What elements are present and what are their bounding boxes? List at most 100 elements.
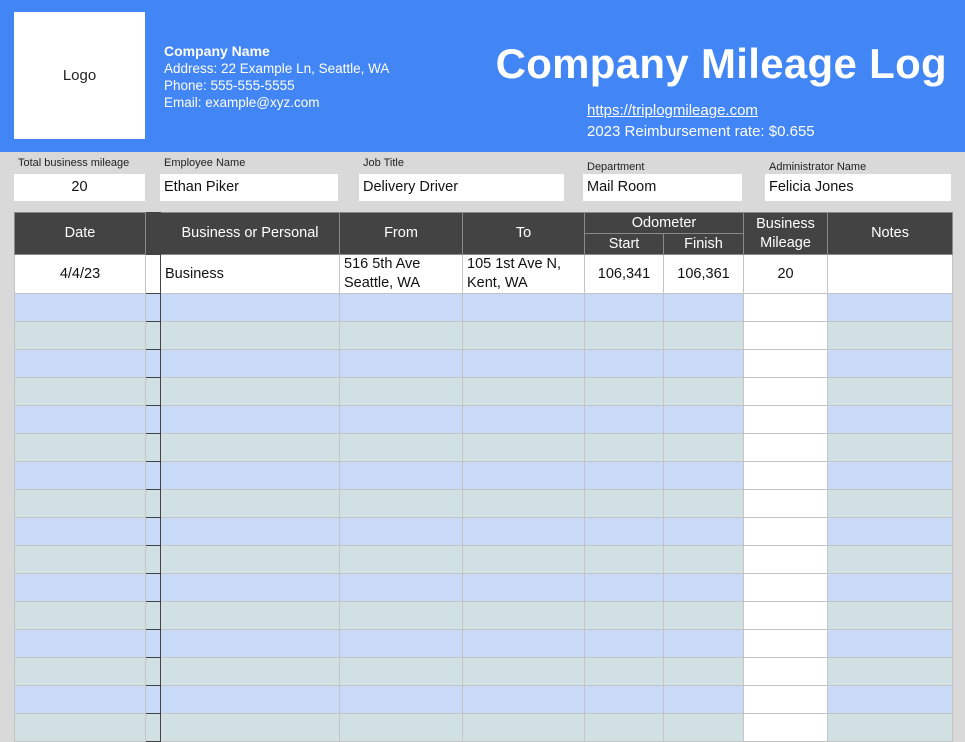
- cell-odometer-start[interactable]: [584, 685, 664, 714]
- total-mileage-field[interactable]: 20: [14, 174, 145, 201]
- cell-date[interactable]: [14, 349, 146, 378]
- cell-notes[interactable]: [827, 601, 954, 630]
- cell-date[interactable]: [14, 321, 146, 350]
- cell-from[interactable]: [339, 489, 463, 518]
- cell-from[interactable]: [339, 517, 463, 546]
- cell-odometer-finish[interactable]: [662, 601, 745, 630]
- cell-type[interactable]: [160, 517, 340, 546]
- cell-odometer-start[interactable]: [584, 349, 664, 378]
- cell-odometer-start[interactable]: [584, 545, 664, 574]
- cell-business-mileage[interactable]: [743, 545, 829, 574]
- cell-from[interactable]: 516 5th Ave Seattle, WA: [339, 254, 463, 294]
- cell-date[interactable]: [14, 657, 146, 686]
- cell-notes[interactable]: [827, 461, 954, 490]
- cell-from[interactable]: [339, 713, 463, 742]
- cell-odometer-finish[interactable]: [662, 685, 745, 714]
- cell-date[interactable]: [14, 601, 146, 630]
- cell-business-mileage[interactable]: [743, 293, 829, 322]
- cell-odometer-start[interactable]: [584, 601, 664, 630]
- cell-odometer-finish[interactable]: [662, 405, 745, 434]
- cell-date[interactable]: [14, 377, 146, 406]
- cell-notes[interactable]: [827, 293, 954, 322]
- department-field[interactable]: Mail Room: [583, 174, 742, 201]
- cell-to[interactable]: [462, 629, 585, 658]
- cell-notes[interactable]: [827, 517, 954, 546]
- cell-odometer-finish[interactable]: [662, 349, 745, 378]
- cell-odometer-finish[interactable]: [662, 461, 745, 490]
- cell-odometer-start[interactable]: [584, 517, 664, 546]
- cell-notes[interactable]: [827, 573, 954, 602]
- cell-date[interactable]: [14, 461, 146, 490]
- cell-business-mileage[interactable]: [743, 657, 829, 686]
- cell-notes[interactable]: [827, 489, 954, 518]
- cell-type[interactable]: [160, 629, 340, 658]
- cell-date[interactable]: [14, 489, 146, 518]
- cell-odometer-finish[interactable]: [662, 545, 745, 574]
- cell-to[interactable]: [462, 573, 585, 602]
- cell-type[interactable]: [160, 349, 340, 378]
- cell-date[interactable]: [14, 545, 146, 574]
- website-link[interactable]: https://triplogmileage.com: [587, 102, 758, 119]
- cell-type[interactable]: [160, 713, 340, 742]
- cell-from[interactable]: [339, 685, 463, 714]
- cell-odometer-start[interactable]: [584, 489, 664, 518]
- cell-date[interactable]: [14, 713, 146, 742]
- cell-date[interactable]: [14, 405, 146, 434]
- cell-odometer-start[interactable]: [584, 713, 664, 742]
- cell-odometer-finish[interactable]: [662, 489, 745, 518]
- cell-from[interactable]: [339, 629, 463, 658]
- cell-notes[interactable]: [827, 433, 954, 462]
- cell-type[interactable]: [160, 685, 340, 714]
- job-title-field[interactable]: Delivery Driver: [359, 174, 564, 201]
- cell-odometer-start[interactable]: [584, 573, 664, 602]
- cell-to[interactable]: [462, 433, 585, 462]
- cell-to[interactable]: [462, 713, 585, 742]
- cell-odometer-start[interactable]: [584, 461, 664, 490]
- cell-notes[interactable]: [827, 545, 954, 574]
- cell-from[interactable]: [339, 321, 463, 350]
- cell-notes[interactable]: [827, 657, 954, 686]
- cell-business-mileage[interactable]: [743, 601, 829, 630]
- cell-business-mileage[interactable]: [743, 685, 829, 714]
- cell-type[interactable]: [160, 601, 340, 630]
- cell-odometer-finish[interactable]: [662, 713, 745, 742]
- cell-type[interactable]: [160, 405, 340, 434]
- administrator-name-field[interactable]: Felicia Jones: [765, 174, 951, 201]
- cell-type[interactable]: [160, 433, 340, 462]
- cell-from[interactable]: [339, 405, 463, 434]
- cell-odometer-start[interactable]: 106,341: [584, 254, 664, 294]
- cell-type[interactable]: [160, 321, 340, 350]
- cell-odometer-start[interactable]: [584, 293, 664, 322]
- cell-from[interactable]: [339, 601, 463, 630]
- cell-type[interactable]: [160, 573, 340, 602]
- cell-type[interactable]: [160, 657, 340, 686]
- cell-notes[interactable]: [827, 685, 954, 714]
- cell-business-mileage[interactable]: [743, 461, 829, 490]
- cell-to[interactable]: [462, 489, 585, 518]
- cell-from[interactable]: [339, 657, 463, 686]
- cell-to[interactable]: [462, 293, 585, 322]
- cell-odometer-start[interactable]: [584, 657, 664, 686]
- cell-business-mileage[interactable]: [743, 405, 829, 434]
- cell-business-mileage[interactable]: 20: [743, 254, 829, 294]
- cell-type[interactable]: [160, 293, 340, 322]
- cell-odometer-finish[interactable]: [662, 377, 745, 406]
- cell-type[interactable]: [160, 377, 340, 406]
- cell-from[interactable]: [339, 377, 463, 406]
- cell-type[interactable]: [160, 545, 340, 574]
- cell-business-mileage[interactable]: [743, 377, 829, 406]
- cell-from[interactable]: [339, 349, 463, 378]
- cell-from[interactable]: [339, 461, 463, 490]
- cell-from[interactable]: [339, 293, 463, 322]
- cell-business-mileage[interactable]: [743, 713, 829, 742]
- cell-odometer-finish[interactable]: 106,361: [662, 254, 745, 294]
- cell-type[interactable]: Business: [160, 254, 340, 294]
- cell-from[interactable]: [339, 545, 463, 574]
- cell-to[interactable]: [462, 461, 585, 490]
- cell-date[interactable]: [14, 685, 146, 714]
- cell-business-mileage[interactable]: [743, 489, 829, 518]
- cell-from[interactable]: [339, 433, 463, 462]
- cell-odometer-finish[interactable]: [662, 517, 745, 546]
- cell-to[interactable]: [462, 685, 585, 714]
- cell-notes[interactable]: [827, 629, 954, 658]
